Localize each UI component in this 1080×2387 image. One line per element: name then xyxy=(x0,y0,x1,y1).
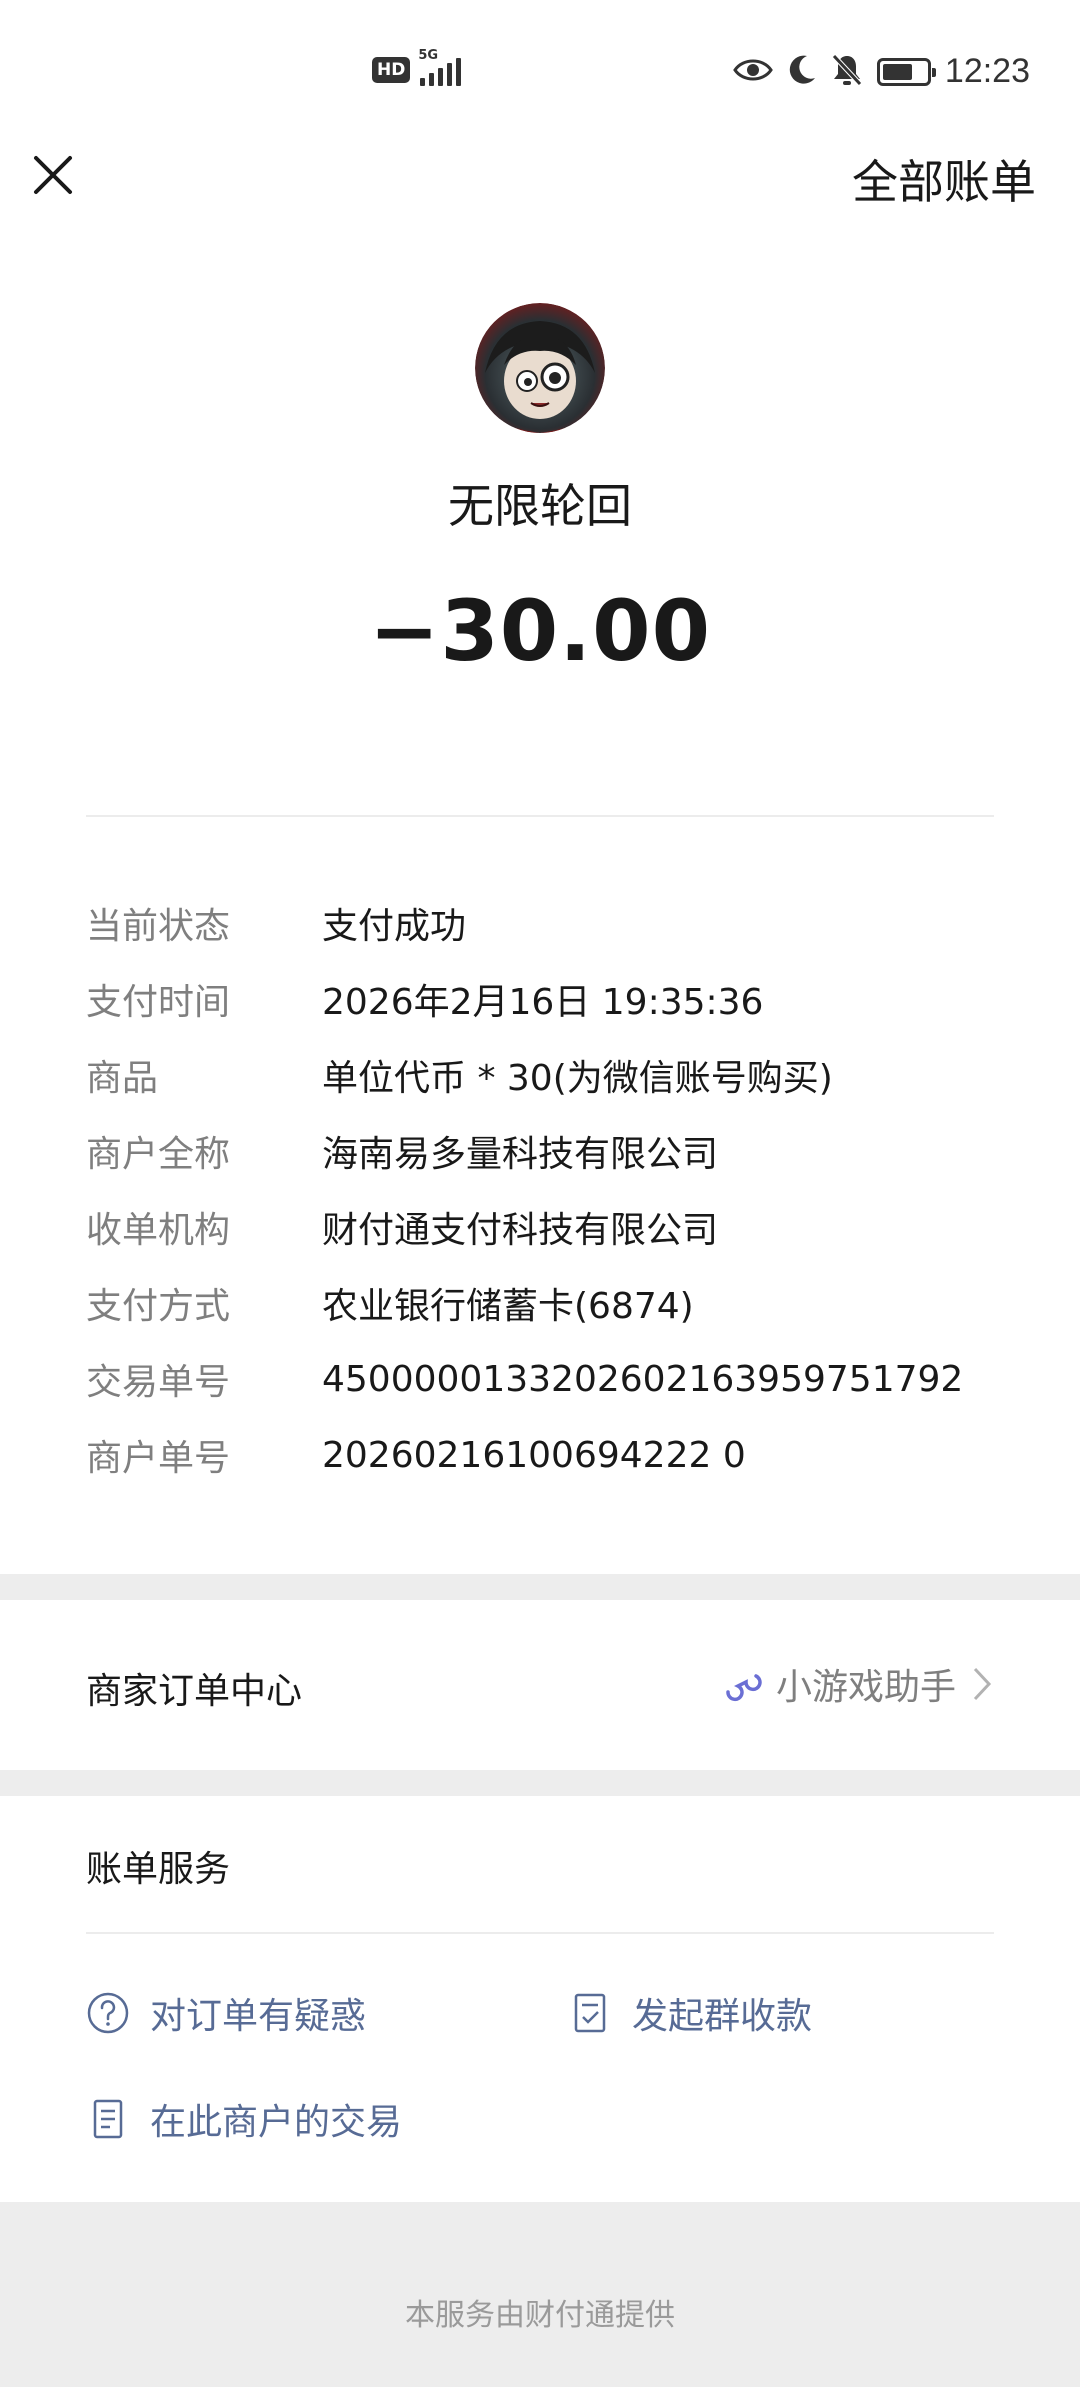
close-icon xyxy=(34,156,72,194)
mini-game-assistant-link[interactable]: 小游戏助手 xyxy=(722,1658,994,1710)
detail-label: 当前状态 xyxy=(86,906,231,947)
merchant-transactions-label: 在此商户的交易 xyxy=(150,2102,403,2143)
detail-row-status: 当前状态 支付成功 xyxy=(86,885,1006,961)
detail-value: 财付通支付科技有限公司 xyxy=(322,1210,719,1251)
order-question-button[interactable]: 对订单有疑惑 xyxy=(86,1987,366,2039)
detail-row-merchant-fullname: 商户全称 海南易多量科技有限公司 xyxy=(86,1113,1006,1189)
order-question-label: 对订单有疑惑 xyxy=(150,1996,367,2037)
mini-program-icon xyxy=(726,1674,762,1702)
chevron-right-icon xyxy=(973,1667,992,1701)
section-separator xyxy=(0,1574,1080,1600)
status-icons: 12:23 xyxy=(733,52,1030,91)
hd-badge: HD xyxy=(372,57,411,83)
merchant-name: 无限轮回 xyxy=(448,479,632,533)
footer: 本服务由财付通提供 xyxy=(0,2202,1080,2387)
detail-label: 支付方式 xyxy=(86,1286,231,1327)
network-type-label: 5G xyxy=(418,48,439,63)
section-separator xyxy=(0,1770,1080,1796)
bell-off-icon xyxy=(831,53,863,91)
moon-icon xyxy=(787,54,817,90)
group-collect-label: 发起群收款 xyxy=(632,1996,813,2037)
status-bar: HD 5G 12:23 xyxy=(0,0,1080,140)
divider xyxy=(86,815,994,817)
detail-label: 支付时间 xyxy=(86,982,231,1023)
detail-row-product: 商品 单位代币 * 30(为微信账号购买) xyxy=(86,1037,1006,1113)
detail-label: 交易单号 xyxy=(86,1362,231,1403)
detail-value[interactable]: 20260216100694222 0 xyxy=(322,1435,746,1476)
detail-row-pay-time: 支付时间 2026年2月16日 19:35:36 xyxy=(86,961,1006,1037)
bill-service-title: 账单服务 xyxy=(86,1849,231,1890)
close-button[interactable] xyxy=(28,150,78,200)
battery-fill xyxy=(882,63,913,80)
merchant-transactions-button[interactable]: 在此商户的交易 xyxy=(86,2093,402,2145)
detail-value: 支付成功 xyxy=(322,906,467,947)
divider xyxy=(86,1932,994,1934)
battery-icon xyxy=(876,57,936,86)
eye-icon xyxy=(733,56,773,88)
document-icon xyxy=(93,2099,123,2139)
merchant-order-center[interactable]: 商家订单中心 小游戏助手 xyxy=(0,1600,1080,1770)
question-circle-icon xyxy=(87,1992,129,2034)
network-indicators: HD 5G xyxy=(372,48,462,86)
detail-row-pay-method: 支付方式 农业银行储蓄卡(6874) xyxy=(86,1265,1006,1341)
group-collect-button[interactable]: 发起群收款 xyxy=(568,1987,812,2039)
detail-value: 农业银行储蓄卡(6874) xyxy=(322,1286,694,1327)
footer-provider-text: 本服务由财付通提供 xyxy=(405,2298,675,2333)
detail-label: 商品 xyxy=(86,1058,159,1099)
detail-row-merchant-order-id: 商户单号 20260216100694222 0 xyxy=(86,1417,1006,1493)
detail-value: 海南易多量科技有限公司 xyxy=(322,1134,719,1175)
avatar-icon xyxy=(475,303,605,433)
status-time: 12:23 xyxy=(944,52,1030,90)
signal-icon: 5G xyxy=(418,48,462,86)
transaction-details: 当前状态 支付成功 支付时间 2026年2月16日 19:35:36 商品 单位… xyxy=(86,885,1006,1493)
order-center-label: 商家订单中心 xyxy=(86,1671,303,1712)
detail-row-acquirer: 收单机构 财付通支付科技有限公司 xyxy=(86,1189,1006,1265)
detail-label: 收单机构 xyxy=(86,1210,231,1251)
detail-value: 2026年2月16日 19:35:36 xyxy=(322,982,764,1023)
all-bills-link[interactable]: 全部账单 xyxy=(852,146,1036,212)
mini-game-assistant-label: 小游戏助手 xyxy=(775,1667,956,1708)
group-collect-icon xyxy=(574,1993,606,2033)
merchant-avatar xyxy=(475,303,605,433)
detail-row-transaction-id: 交易单号 4500000133202602163959751792 xyxy=(86,1341,1006,1417)
detail-value: 单位代币 * 30(为微信账号购买) xyxy=(322,1058,833,1099)
payment-amount: −30.00 xyxy=(368,582,712,680)
detail-label: 商户单号 xyxy=(86,1438,231,1479)
detail-label: 商户全称 xyxy=(86,1134,231,1175)
detail-value[interactable]: 4500000133202602163959751792 xyxy=(322,1359,963,1400)
